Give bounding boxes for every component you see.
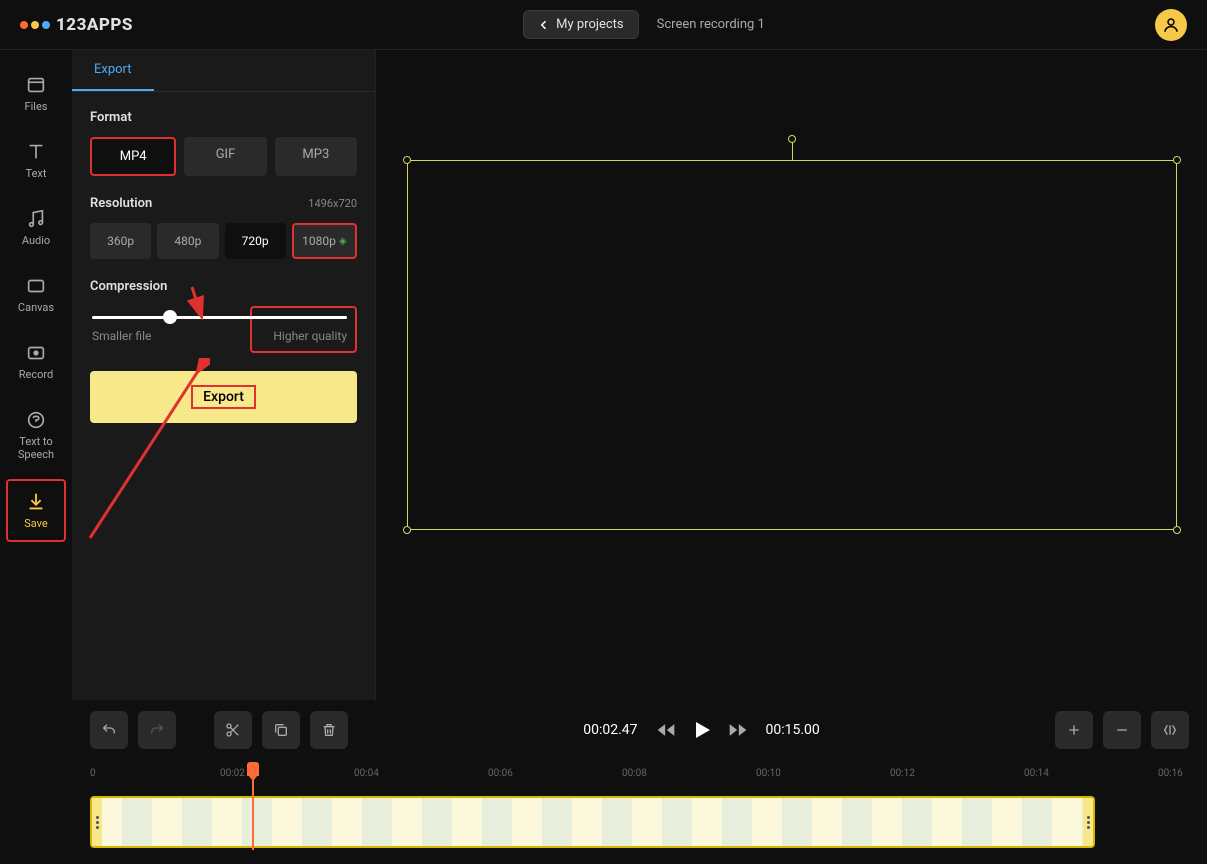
- clip-trim-left[interactable]: [92, 798, 102, 846]
- res-720p-button[interactable]: 720p: [225, 223, 286, 259]
- fit-icon: [1162, 722, 1178, 738]
- timeline-clip[interactable]: [90, 796, 1095, 848]
- rewind-button[interactable]: [656, 720, 676, 740]
- download-icon: [25, 491, 47, 513]
- tts-icon: [25, 409, 47, 431]
- sidebar-label: Canvas: [18, 301, 54, 314]
- format-label: Format: [90, 110, 357, 125]
- zoom-in-button[interactable]: [1055, 711, 1093, 749]
- res-360p-button[interactable]: 360p: [90, 223, 151, 259]
- zoom-out-button[interactable]: [1103, 711, 1141, 749]
- audio-icon: [25, 208, 47, 230]
- logo[interactable]: 123APPS: [20, 15, 133, 35]
- copy-button[interactable]: [262, 711, 300, 749]
- files-icon: [25, 74, 47, 96]
- app-header: 123APPS My projects Screen recording 1: [0, 0, 1207, 50]
- total-time: 00:15.00: [766, 722, 820, 738]
- canvas-selection[interactable]: [407, 160, 1177, 530]
- resolution-size: 1496x720: [308, 197, 357, 210]
- export-button[interactable]: Export: [90, 371, 357, 423]
- ruler-mark: 00:08: [622, 768, 647, 779]
- logo-text: 123APPS: [56, 15, 133, 35]
- cut-button[interactable]: [214, 711, 252, 749]
- panel-tabs: Export: [72, 50, 375, 92]
- sidebar-item-tts[interactable]: Text to Speech: [0, 395, 72, 475]
- minus-icon: [1114, 722, 1130, 738]
- ruler-mark: 00:04: [354, 768, 379, 779]
- ruler-mark: 00:10: [756, 768, 781, 779]
- chevron-left-icon: [538, 19, 550, 31]
- format-mp3-button[interactable]: MP3: [275, 137, 357, 176]
- playhead[interactable]: [252, 770, 254, 850]
- delete-button[interactable]: [310, 711, 348, 749]
- text-icon: [25, 141, 47, 163]
- record-icon: [25, 342, 47, 364]
- redo-button[interactable]: [138, 711, 176, 749]
- forward-button[interactable]: [728, 720, 748, 740]
- user-icon: [1162, 16, 1180, 34]
- export-button-label: Export: [191, 385, 256, 409]
- compression-slider[interactable]: [92, 316, 347, 319]
- sidebar-label: Record: [19, 368, 53, 381]
- copy-icon: [273, 722, 289, 738]
- res-480p-button[interactable]: 480p: [157, 223, 218, 259]
- resolution-label: Resolution: [90, 196, 152, 211]
- scissors-icon: [225, 722, 241, 738]
- rotate-handle[interactable]: [788, 135, 796, 143]
- fit-button[interactable]: [1151, 711, 1189, 749]
- timeline: 0 00:02 00:04 00:06 00:08 00:10 00:12 00…: [0, 760, 1207, 848]
- export-panel: Export Format MP4 GIF MP3 Resolution 149…: [72, 50, 376, 700]
- sidebar-item-record[interactable]: Record: [0, 328, 72, 395]
- user-avatar[interactable]: [1155, 9, 1187, 41]
- ruler-mark: 00:12: [890, 768, 915, 779]
- plus-icon: [1066, 722, 1082, 738]
- sidebar-label: Text to Speech: [0, 435, 72, 461]
- ruler-mark: 00:02: [220, 768, 245, 779]
- ruler-mark: 0: [90, 768, 96, 779]
- undo-icon: [101, 722, 117, 738]
- ruler-mark: 00:16: [1158, 768, 1183, 779]
- playback-controls: 00:02.47 00:15.00: [0, 700, 1207, 760]
- slider-max-label: Higher quality: [273, 329, 347, 343]
- canvas-icon: [25, 275, 47, 297]
- resize-handle-tr[interactable]: [1173, 156, 1181, 164]
- res-1080p-label: 1080p: [302, 234, 336, 248]
- sidebar-item-save[interactable]: Save: [6, 479, 66, 542]
- sidebar-label: Text: [26, 167, 47, 180]
- format-mp4-button[interactable]: MP4: [90, 137, 176, 176]
- ruler-mark: 00:14: [1024, 768, 1049, 779]
- slider-min-label: Smaller file: [92, 329, 151, 343]
- ruler-mark: 00:06: [488, 768, 513, 779]
- project-name[interactable]: Screen recording 1: [657, 17, 765, 32]
- sidebar-item-text[interactable]: Text: [0, 127, 72, 194]
- sidebar-label: Files: [25, 100, 48, 113]
- compression-label: Compression: [90, 279, 357, 294]
- logo-dots-icon: [20, 21, 50, 29]
- my-projects-label: My projects: [556, 17, 624, 32]
- clip-trim-right[interactable]: [1083, 798, 1093, 846]
- premium-diamond-icon: ◈: [339, 236, 347, 247]
- undo-button[interactable]: [90, 711, 128, 749]
- resize-handle-br[interactable]: [1173, 526, 1181, 534]
- sidebar-item-canvas[interactable]: Canvas: [0, 261, 72, 328]
- slider-thumb[interactable]: [163, 310, 177, 324]
- my-projects-button[interactable]: My projects: [523, 10, 639, 39]
- redo-icon: [149, 722, 165, 738]
- resize-handle-bl[interactable]: [403, 526, 411, 534]
- trash-icon: [321, 722, 337, 738]
- sidebar-label: Save: [24, 517, 48, 530]
- sidebar: Files Text Audio Canvas Record Text to S…: [0, 50, 72, 700]
- resize-handle-tl[interactable]: [403, 156, 411, 164]
- sidebar-label: Audio: [22, 234, 50, 247]
- sidebar-item-audio[interactable]: Audio: [0, 194, 72, 261]
- sidebar-item-files[interactable]: Files: [0, 60, 72, 127]
- current-time: 00:02.47: [583, 722, 637, 738]
- tab-export[interactable]: Export: [72, 50, 154, 91]
- format-gif-button[interactable]: GIF: [184, 137, 266, 176]
- play-button[interactable]: [690, 718, 714, 742]
- preview-area: [376, 50, 1207, 700]
- res-1080p-button[interactable]: 1080p ◈: [292, 223, 357, 259]
